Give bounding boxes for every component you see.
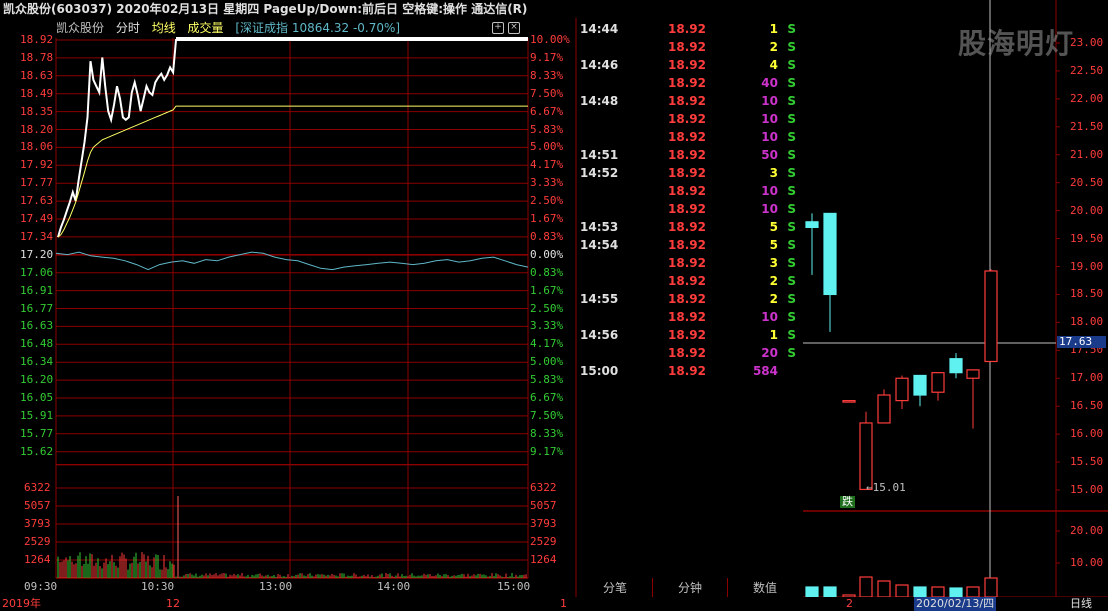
candle-body: [823, 212, 837, 296]
kline-price-label: 16.00: [1070, 427, 1104, 441]
month-label-1: 12: [166, 597, 180, 610]
candle-body: [966, 369, 980, 379]
kline-volume-bar: [984, 577, 998, 598]
kline-price-label: 15.00: [1070, 483, 1104, 496]
kline-price-label: 15.50: [1070, 455, 1104, 469]
kline-price-label: 17.00: [1070, 371, 1104, 385]
kline-chart: [803, 0, 1108, 598]
month-label-3: 2: [846, 597, 853, 610]
candle-body: [984, 270, 998, 363]
kline-volume-bar: [805, 586, 819, 598]
bottom-date-bar: 2019年 12 1 2 2020/02/13/四 日线: [0, 597, 1108, 611]
period-label[interactable]: 日线: [1070, 597, 1092, 611]
kline-volume-bar: [931, 586, 945, 598]
month-label-2: 1: [560, 597, 567, 610]
candle-body: [949, 358, 963, 374]
current-price-tag: 17.63: [1057, 336, 1107, 349]
kline-price-label: 18.00: [1070, 315, 1104, 329]
low-price-note: ←15.01: [866, 481, 906, 495]
kline-price-label: 20.50: [1070, 175, 1104, 189]
limit-down-badge: 跌: [840, 495, 855, 508]
kline-vol-label: 10.00: [1070, 556, 1104, 569]
watermark: 股海明灯: [958, 27, 1075, 60]
kline-price-label: 21.50: [1070, 119, 1104, 133]
kline-vol-label: 20.00: [1070, 524, 1104, 537]
kline-volume-bar: [823, 586, 837, 598]
candle-body: [842, 400, 856, 403]
candle-body: [895, 377, 909, 402]
candle-body: [859, 422, 873, 491]
candle-body: [805, 221, 819, 228]
kline-price-label: 20.00: [1070, 203, 1104, 217]
kline-volume-bar: [913, 586, 927, 598]
kline-price-label: 16.50: [1070, 399, 1104, 413]
kline-volume-bar: [877, 580, 891, 598]
kline-volume-bar: [949, 587, 963, 598]
kline-price-label: 21.00: [1070, 147, 1104, 161]
year-label: 2019年: [2, 597, 41, 610]
kline-price-label: 22.50: [1070, 63, 1104, 77]
candle-body: [913, 374, 927, 396]
candle-body: [931, 372, 945, 393]
kline-price-label: 22.00: [1070, 91, 1104, 105]
kline-price-label: 23.00: [1070, 36, 1104, 49]
kline-price-label: 18.50: [1070, 287, 1104, 301]
kline-price-label: 19.00: [1070, 259, 1104, 273]
kline-price-label: 19.50: [1070, 231, 1104, 245]
kline-volume-bar: [966, 586, 980, 598]
date-label: 2020/02/13/四: [914, 597, 997, 611]
candle-body: [877, 394, 891, 424]
kline-volume-bar: [859, 576, 873, 598]
kline-volume-bar: [895, 584, 909, 598]
